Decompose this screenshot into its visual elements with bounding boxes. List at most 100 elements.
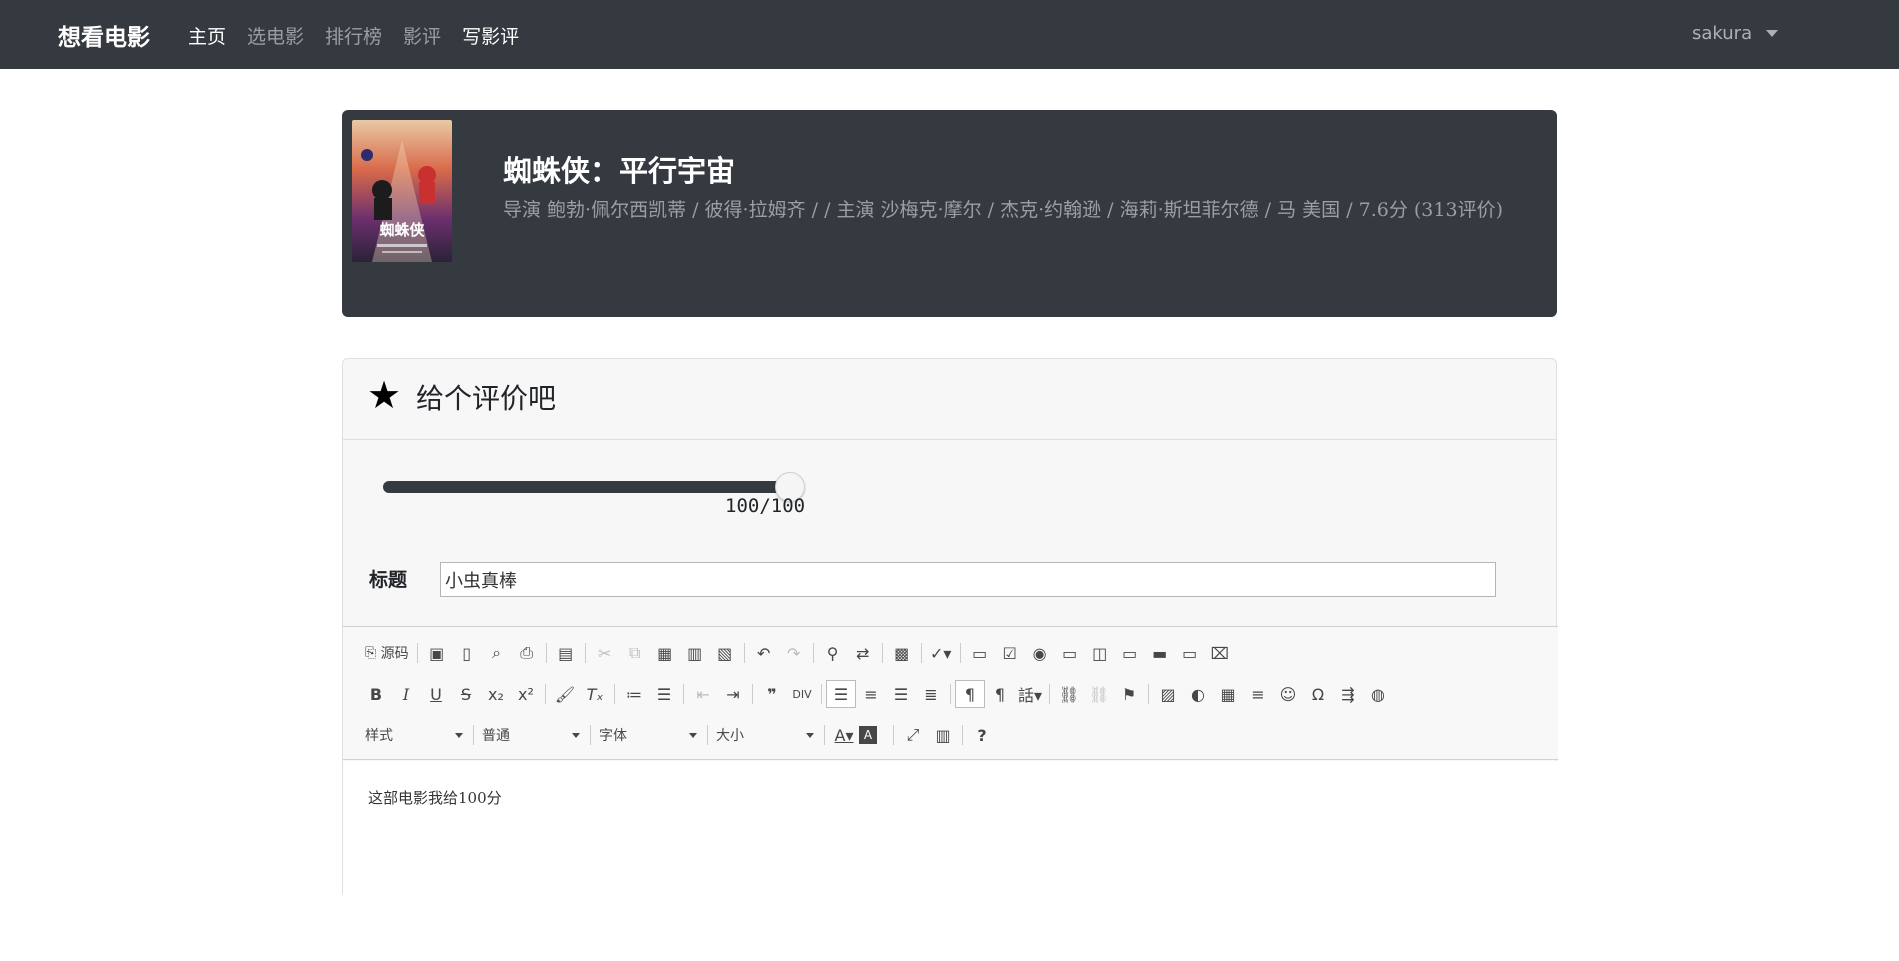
cut-icon[interactable]: ✂ — [590, 639, 620, 667]
blockquote-icon[interactable]: ❞ — [757, 680, 787, 708]
size-dropdown[interactable]: 大小 — [712, 722, 820, 748]
align-center-icon[interactable]: ≡ — [856, 680, 886, 708]
paste-icon[interactable]: ▦ — [650, 639, 680, 667]
italic-icon[interactable]: I — [391, 680, 421, 708]
chevron-down-icon — [806, 732, 814, 738]
checkbox-icon[interactable]: ☑ — [995, 639, 1025, 667]
anchor-icon[interactable]: ⚑ — [1114, 680, 1144, 708]
textarea-icon[interactable]: ◫ — [1085, 639, 1115, 667]
source-label: 源码 — [380, 646, 409, 662]
image-button-icon[interactable]: ▭ — [1175, 639, 1205, 667]
replace-icon[interactable]: ⇄ — [848, 639, 878, 667]
spellcheck-icon[interactable]: ✓▾ — [926, 639, 956, 667]
nav-choose-movie[interactable]: 选电影 — [247, 22, 304, 49]
editor-content-area[interactable]: 这部电影我给100分 — [343, 761, 1558, 961]
help-icon[interactable]: ? — [967, 721, 997, 749]
redo-icon[interactable]: ↷ — [779, 639, 809, 667]
background-color-icon[interactable]: A — [859, 726, 877, 744]
select-field-icon[interactable]: ▭ — [1115, 639, 1145, 667]
select-all-icon[interactable]: ▩ — [887, 639, 917, 667]
toolbar-separator — [473, 725, 474, 745]
outdent-icon[interactable]: ⇤ — [688, 680, 718, 708]
find-icon[interactable]: ⚲ — [818, 639, 848, 667]
undo-icon[interactable]: ↶ — [749, 639, 779, 667]
smiley-icon[interactable]: ☺ — [1273, 680, 1303, 708]
preview-icon[interactable]: ⌕ — [482, 639, 512, 667]
indent-icon[interactable]: ⇥ — [718, 680, 748, 708]
text-color-icon[interactable]: A▾ — [829, 721, 859, 749]
toolbar-separator — [881, 643, 883, 663]
numbered-list-icon[interactable]: ≔ — [619, 680, 649, 708]
font-dropdown[interactable]: 字体 — [595, 722, 703, 748]
align-justify-icon[interactable]: ≣ — [916, 680, 946, 708]
text-direction-ltr-icon[interactable]: ¶ — [955, 680, 985, 708]
strikethrough-icon[interactable]: S — [451, 680, 481, 708]
chevron-down-icon — [455, 732, 463, 738]
rating-panel: ★ 给个评价吧 100/100 标题 ⎘ 源码 ▣ ▯ ⌕ ⎙ ▤ ✂ ⧉ ▦ … — [342, 358, 1558, 961]
superscript-icon[interactable]: x² — [511, 680, 541, 708]
button-icon[interactable]: ▬ — [1145, 639, 1175, 667]
table-icon[interactable]: ▦ — [1213, 680, 1243, 708]
chevron-down-icon — [572, 732, 580, 738]
copy-icon[interactable]: ⧉ — [620, 639, 650, 667]
username: sakura — [1692, 23, 1753, 44]
toolbar-row-1: ⎘ 源码 ▣ ▯ ⌕ ⎙ ▤ ✂ ⧉ ▦ ▥ ▧ ↶ ↷ ⚲ ⇄ ▩ ✓▾ ▭ … — [361, 638, 1235, 668]
print-icon[interactable]: ⎙ — [512, 639, 542, 667]
toolbar-separator — [1148, 684, 1149, 704]
paste-word-icon[interactable]: ▧ — [710, 639, 740, 667]
title-label: 标题 — [369, 569, 408, 591]
score-slider-track[interactable] — [383, 481, 793, 493]
score-value: 100/100 — [725, 495, 806, 517]
copy-format-icon[interactable]: 🖌 — [550, 680, 580, 708]
align-left-icon[interactable]: ☰ — [826, 680, 856, 708]
nav-reviews[interactable]: 影评 — [403, 22, 441, 49]
paste-text-icon[interactable]: ▥ — [680, 639, 710, 667]
align-right-icon[interactable]: ☰ — [886, 680, 916, 708]
movie-title: 蜘蛛侠：平行宇宙 — [503, 154, 736, 188]
iframe-icon[interactable]: ◍ — [1363, 680, 1393, 708]
toolbar-row-2: B I U S x₂ x² 🖌 Tₓ ≔ ☰ ⇤ ⇥ ❞ DIV ☰ ≡ ☰ ≣… — [361, 679, 1393, 709]
movie-card: 蜘蛛侠 蜘蛛侠：平行宇宙 导演 鲍勃·佩尔西凯蒂 / 彼得·拉姆齐 / / 主演… — [342, 110, 1557, 317]
subscript-icon[interactable]: x₂ — [481, 680, 511, 708]
movie-poster[interactable]: 蜘蛛侠 — [352, 120, 452, 262]
toolbar-separator — [959, 643, 961, 663]
templates-icon[interactable]: ▤ — [551, 639, 581, 667]
source-button[interactable]: ⎘ 源码 — [361, 639, 413, 667]
link-icon[interactable]: ⛓ — [1054, 680, 1084, 708]
new-page-icon[interactable]: ▯ — [452, 639, 482, 667]
unlink-icon[interactable]: ⛓ — [1084, 680, 1114, 708]
styles-dropdown[interactable]: 样式 — [361, 722, 469, 748]
text-direction-rtl-icon[interactable]: ¶ — [985, 680, 1015, 708]
bold-icon[interactable]: B — [361, 680, 391, 708]
format-dropdown[interactable]: 普通 — [478, 722, 586, 748]
save-icon[interactable]: ▣ — [422, 639, 452, 667]
horizontal-line-icon[interactable]: ≡ — [1243, 680, 1273, 708]
toolbar-separator — [1049, 684, 1050, 704]
remove-format-icon[interactable]: Tₓ — [580, 680, 610, 708]
toolbar-separator — [743, 643, 745, 663]
language-icon[interactable]: 話▾ — [1015, 680, 1045, 708]
panel-title: 给个评价吧 — [416, 382, 557, 415]
maximize-icon[interactable]: ⤢ — [898, 721, 928, 749]
underline-icon[interactable]: U — [421, 680, 451, 708]
show-blocks-icon[interactable]: ▥ — [928, 721, 958, 749]
form-icon[interactable]: ▭ — [965, 639, 995, 667]
movie-meta: 导演 鲍勃·佩尔西凯蒂 / 彼得·拉姆齐 / / 主演 沙梅克·摩尔 / 杰克·… — [503, 199, 1503, 221]
toolbar-separator — [416, 643, 418, 663]
review-title-input[interactable] — [440, 562, 1496, 597]
image-icon[interactable]: ▨ — [1153, 680, 1183, 708]
div-container-icon[interactable]: DIV — [787, 680, 817, 708]
brand-logo[interactable]: 想看电影 — [58, 18, 150, 52]
toolbar-separator — [545, 684, 546, 704]
user-dropdown[interactable]: sakura — [1692, 23, 1779, 44]
nav-ranking[interactable]: 排行榜 — [325, 22, 382, 49]
flash-icon[interactable]: ◐ — [1183, 680, 1213, 708]
nav-home[interactable]: 主页 — [188, 22, 226, 49]
special-char-icon[interactable]: Ω — [1303, 680, 1333, 708]
text-field-icon[interactable]: ▭ — [1055, 639, 1085, 667]
radio-icon[interactable]: ◉ — [1025, 639, 1055, 667]
nav-write-review[interactable]: 写影评 — [462, 22, 519, 49]
page-break-icon[interactable]: ⇶ — [1333, 680, 1363, 708]
bulleted-list-icon[interactable]: ☰ — [649, 680, 679, 708]
hidden-field-icon[interactable]: ⌧ — [1205, 639, 1235, 667]
